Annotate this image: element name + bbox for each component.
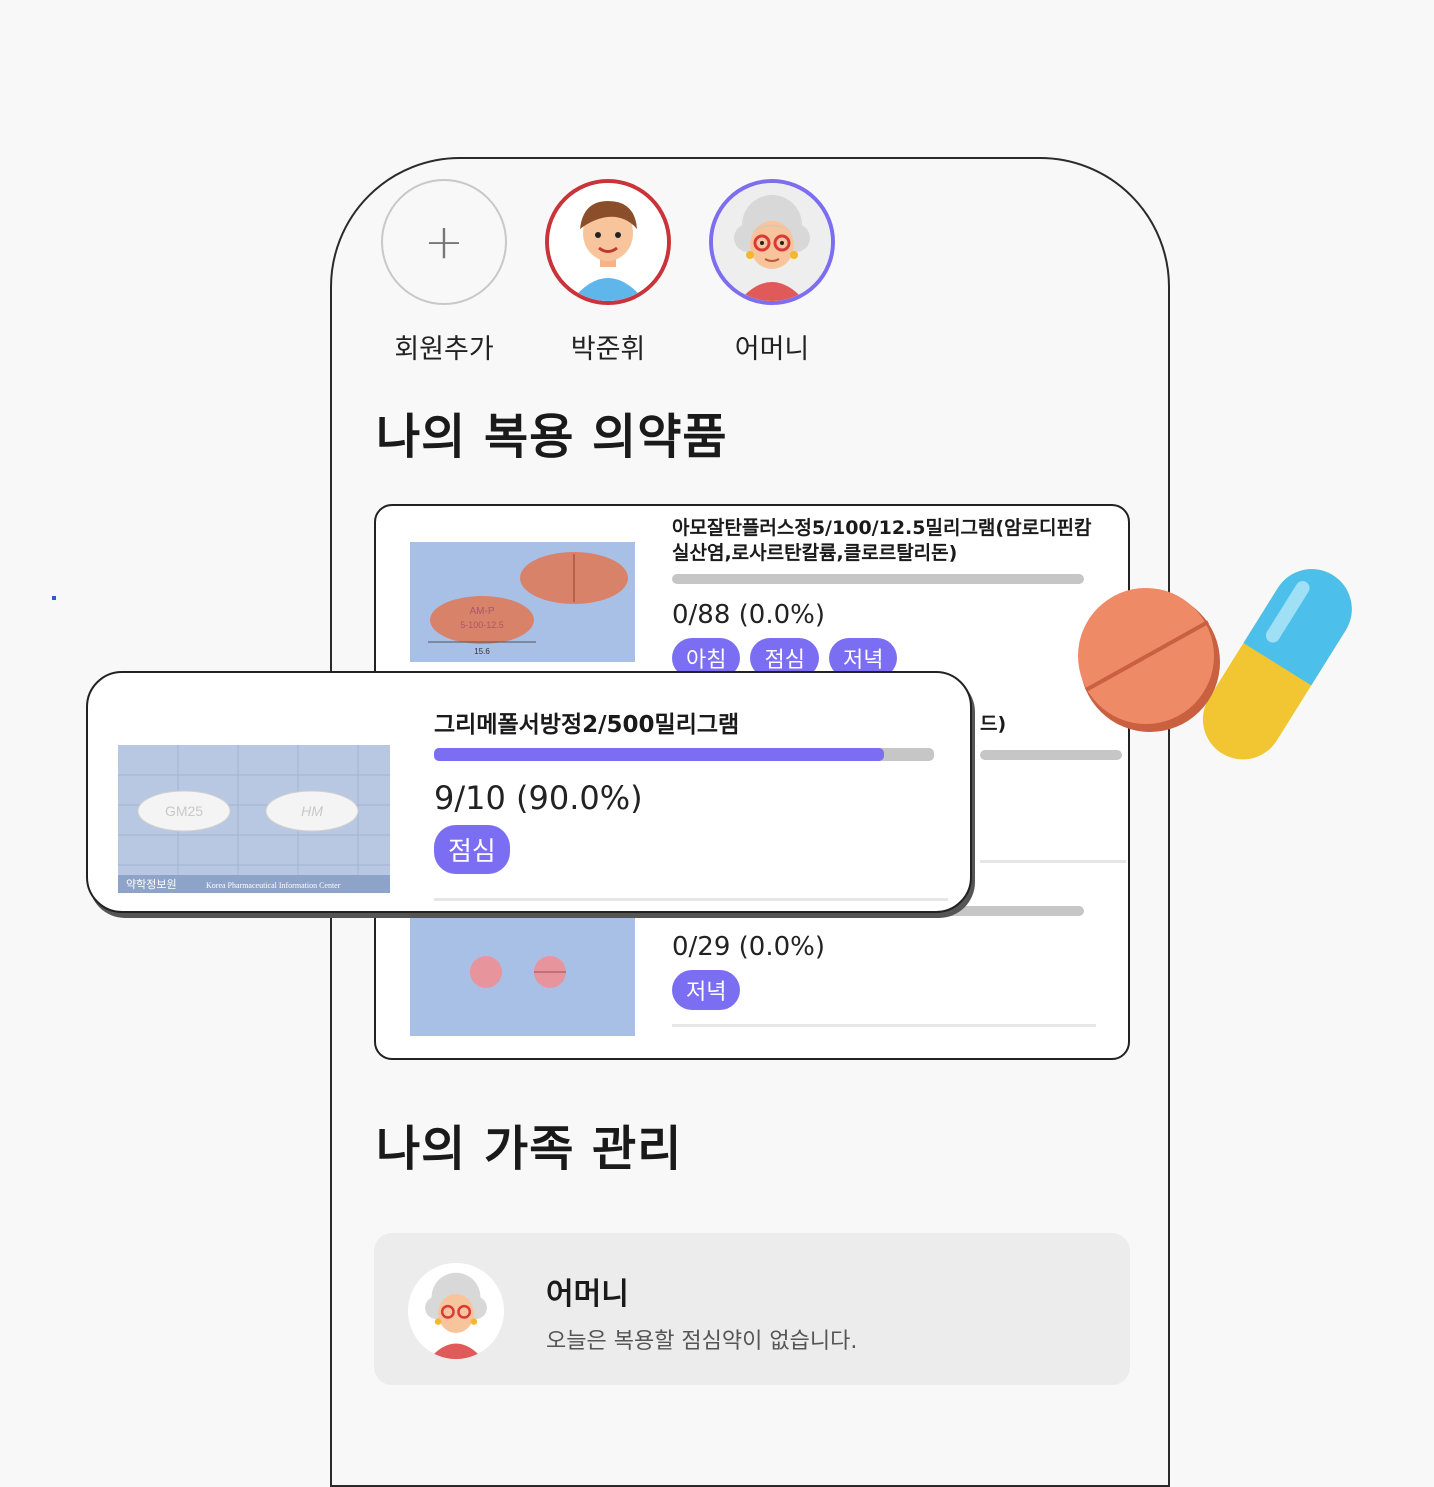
source-watermark: 약학정보원 [126, 877, 177, 891]
medicine-info: 그리메폴서방정2/500밀리그램 9/10 (90.0%) 점심 [434, 712, 948, 901]
mother-avatar[interactable] [709, 179, 835, 305]
item-divider [434, 898, 948, 901]
pill-imprint: GM25 [165, 803, 203, 819]
medicine-info: 아모잘탄플러스정5/100/12.5밀리그램(암로디핀캄실산염,로사르탄칼륨,클… [672, 516, 1092, 678]
source-watermark-en: Korea Pharmaceutical Information Center [206, 881, 341, 890]
add-member-label: 회원추가 [394, 334, 494, 365]
pill-image: AM-P 5-100-12.5 15.6 [410, 542, 635, 662]
highlighted-medicine-card[interactable]: GM25 HM 약학정보원 Korea Pharmaceutical Infor… [86, 671, 972, 913]
pill-imprint: HM [301, 803, 323, 819]
member-avatar-user[interactable]: 박준휘 [538, 179, 678, 366]
time-tags: 점심 [434, 825, 944, 874]
family-member-card[interactable]: 어머니 오늘은 복용할 점심약이 없습니다. [374, 1233, 1130, 1385]
family-member-name: 어머니 [546, 1277, 629, 1312]
family-management-title: 나의 가족 관리 [376, 1121, 683, 1177]
dose-count: 9/10 (90.0%) [434, 779, 643, 817]
time-tag-lunch[interactable]: 점심 [434, 825, 510, 874]
medicine-info: 0/29 (0.0%) 저녁 [672, 906, 1096, 1027]
pill-image: GM25 HM 약학정보원 Korea Pharmaceutical Infor… [118, 745, 390, 893]
medicine-name: 아모잘탄플러스정5/100/12.5밀리그램(암로디핀캄실산염,로사르탄칼륨,클… [672, 517, 1092, 564]
pill-size-label: 15.6 [474, 647, 490, 656]
boy-face-icon [549, 183, 667, 301]
pills-illustration [1078, 569, 1352, 760]
grandmother-face-icon [408, 1263, 504, 1359]
pill-image [410, 916, 635, 1036]
member-avatar-row: + 회원추가 박준휘 어머니 [374, 179, 842, 366]
progress-bar [672, 574, 1084, 584]
pill-imprint: 5-100-12.5 [460, 620, 504, 630]
family-member-status: 오늘은 복용할 점심약이 없습니다. [546, 1329, 858, 1354]
my-medicines-title: 나의 복용 의약품 [376, 409, 728, 465]
member-avatar-mother[interactable]: 어머니 [702, 179, 842, 366]
user-name-label: 박준휘 [570, 334, 646, 365]
progress-bar [434, 748, 934, 761]
family-member-avatar [408, 1263, 504, 1359]
time-tag-evening[interactable]: 저녁 [672, 970, 741, 1010]
grandmother-face-icon [713, 183, 831, 301]
dose-count: 0/88 (0.0%) [672, 600, 825, 630]
medicine-name: 그리메폴서방정2/500밀리그램 [434, 712, 740, 738]
user-avatar[interactable] [545, 179, 671, 305]
add-member-button[interactable]: + 회원추가 [374, 179, 514, 366]
pill-imprint: AM-P [470, 606, 495, 617]
decor-dot [52, 596, 56, 600]
item-divider [672, 1024, 1096, 1027]
dose-count: 0/29 (0.0%) [672, 932, 825, 962]
item-divider [980, 860, 1126, 863]
mother-name-label: 어머니 [734, 334, 810, 365]
add-member-circle[interactable]: + [381, 179, 507, 305]
plus-icon: + [423, 214, 465, 270]
time-tags: 저녁 [672, 970, 1092, 1010]
